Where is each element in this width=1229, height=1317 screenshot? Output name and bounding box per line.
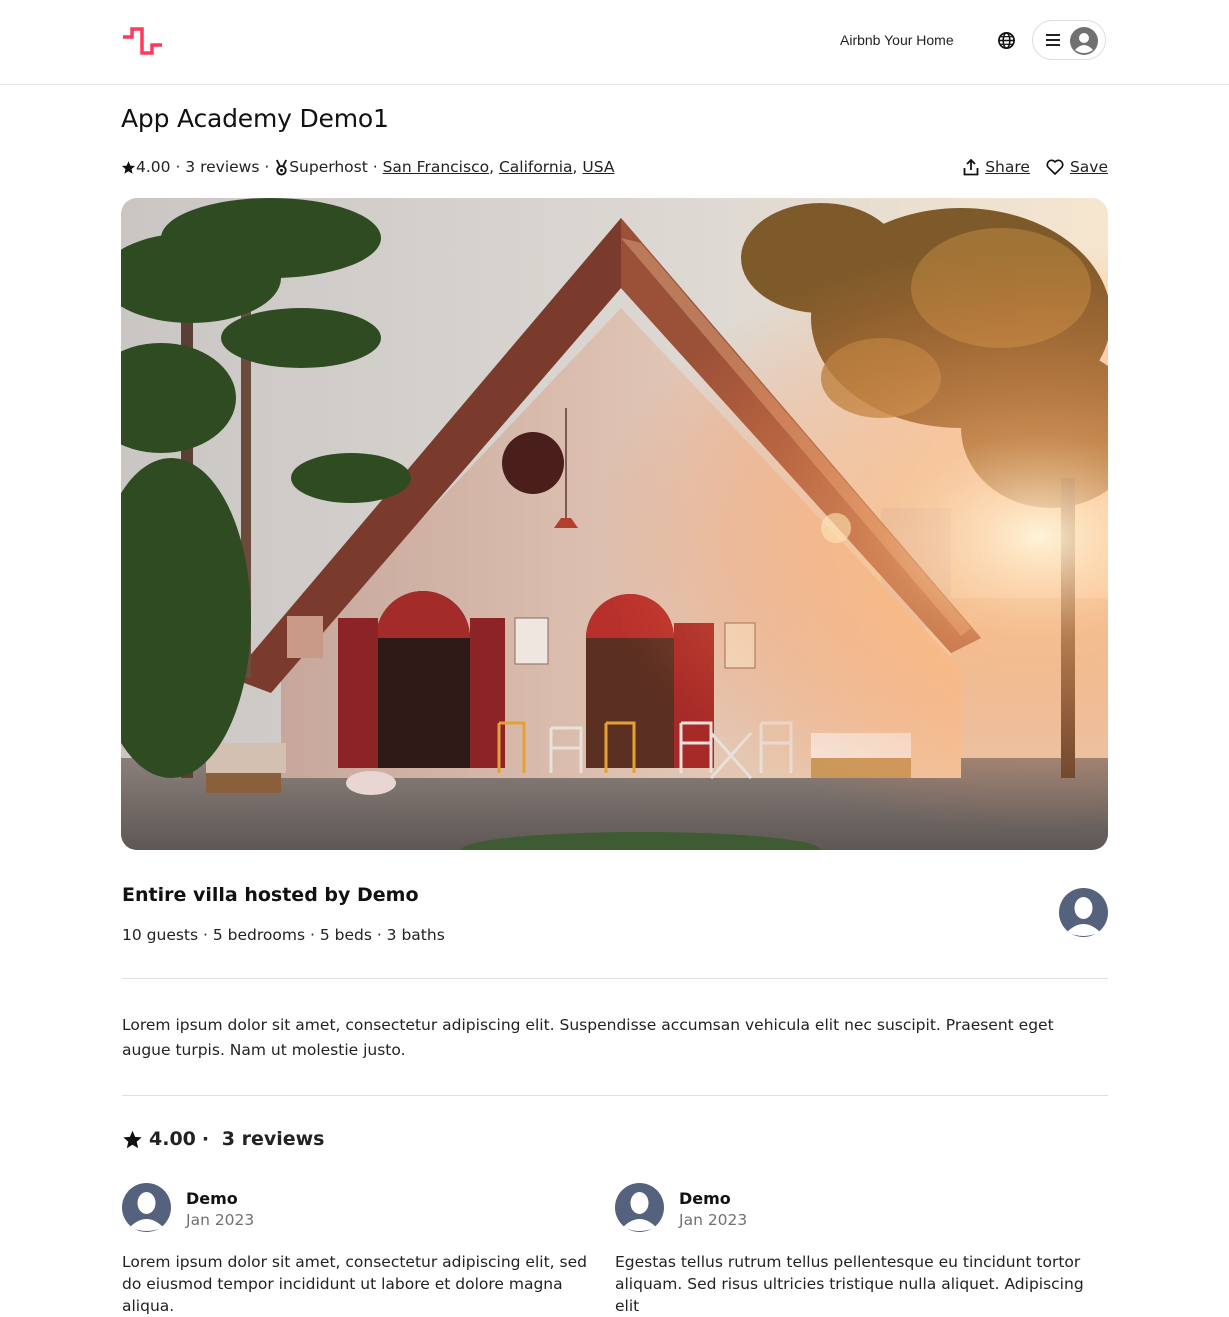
review-text: Egestas tellus rutrum tellus pellentesqu…: [615, 1253, 1084, 1315]
section-divider: [122, 978, 1108, 979]
share-button[interactable]: Share: [963, 158, 1030, 176]
location-country-link[interactable]: USA: [582, 158, 614, 176]
airbnb-your-home-link[interactable]: Airbnb Your Home: [840, 32, 954, 48]
reviewer-name: Demo: [186, 1189, 238, 1208]
save-button[interactable]: Save: [1046, 158, 1108, 176]
reviewer-avatar-icon: [122, 1183, 171, 1232]
listing-reviews-count[interactable]: 3 reviews: [185, 158, 259, 176]
reviews-count: 3 reviews: [221, 1128, 325, 1150]
host-avatar-icon[interactable]: [1059, 888, 1108, 937]
listing-title: App Academy Demo1: [121, 104, 389, 133]
user-avatar-icon: [1070, 27, 1098, 55]
review-date: Jan 2023: [679, 1211, 748, 1229]
share-icon: [963, 158, 979, 175]
review-text: Lorem ipsum dolor sit amet, consectetur …: [122, 1253, 587, 1315]
house-photo: [121, 198, 1108, 850]
save-label: Save: [1069, 158, 1108, 176]
star-icon: [123, 1130, 142, 1148]
review-date: Jan 2023: [186, 1211, 255, 1229]
brand-logo-icon[interactable]: [122, 27, 163, 55]
location-state-link[interactable]: California: [499, 158, 573, 176]
top-navbar: Airbnb Your Home: [0, 0, 1229, 85]
globe-icon[interactable]: [997, 31, 1016, 50]
listing-meta: 4.00 · 3 reviews · Superhost · San Franc…: [121, 158, 614, 176]
reviews-rating: 4.00: [149, 1128, 196, 1150]
location-city-link[interactable]: San Francisco: [383, 158, 489, 176]
superhost-label: Superhost: [289, 158, 368, 176]
star-icon: [121, 160, 136, 174]
hamburger-icon: [1046, 34, 1060, 46]
reviews-heading: 4.00 · 3 reviews: [122, 1128, 324, 1150]
host-heading: Entire villa hosted by Demo: [122, 884, 419, 906]
share-label: Share: [985, 158, 1030, 176]
listing-description: Lorem ipsum dolor sit amet, consectetur …: [122, 1016, 1054, 1059]
listing-actions: Share Save: [963, 158, 1108, 176]
user-menu-button[interactable]: [1032, 20, 1106, 60]
listing-rating: 4.00: [136, 158, 171, 176]
section-divider: [122, 1095, 1108, 1096]
heart-icon: [1046, 159, 1064, 175]
listing-photo[interactable]: [121, 198, 1108, 850]
reviewer-name: Demo: [679, 1189, 731, 1208]
superhost-medal-icon: [276, 159, 288, 175]
listing-capacity: 10 guests · 5 bedrooms · 5 beds · 3 bath…: [122, 926, 445, 944]
reviewer-avatar-icon: [615, 1183, 664, 1232]
